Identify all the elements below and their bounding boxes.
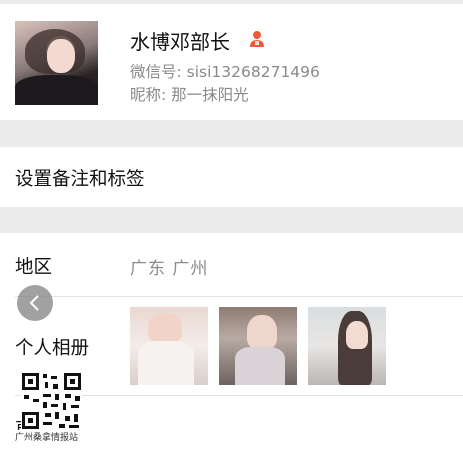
qr-code-watermark [21,372,82,430]
album-photo-3[interactable] [308,307,386,385]
qr-code-icon [22,373,81,429]
qr-caption: 广州桑拿情报站 [15,430,79,443]
wechat-id: 微信号: sisi13268271496 [130,63,320,81]
region-value: 广东 广州 [130,259,209,279]
album-photo-2[interactable] [219,307,297,385]
nickname: 昵称: 那一抹阳光 [130,86,249,104]
avatar[interactable] [15,21,98,105]
album-label[interactable]: 个人相册 [15,334,89,360]
gender-badge-icon [250,31,264,47]
row-divider [15,395,463,396]
chevron-left-icon [29,295,39,311]
contact-name: 水博邓部长 [130,30,230,54]
row-divider [15,296,463,297]
set-remark-row[interactable]: 设置备注和标签 [0,147,463,207]
profile-header[interactable]: 水博邓部长 微信号: sisi13268271496 昵称: 那一抹阳光 [0,4,463,120]
set-remark-label: 设置备注和标签 [15,169,145,190]
avatar-face [47,39,75,73]
avatar-coat [15,75,98,105]
region-label: 地区 [15,257,53,278]
album-photo-1[interactable] [130,307,208,385]
back-button[interactable] [17,285,53,321]
